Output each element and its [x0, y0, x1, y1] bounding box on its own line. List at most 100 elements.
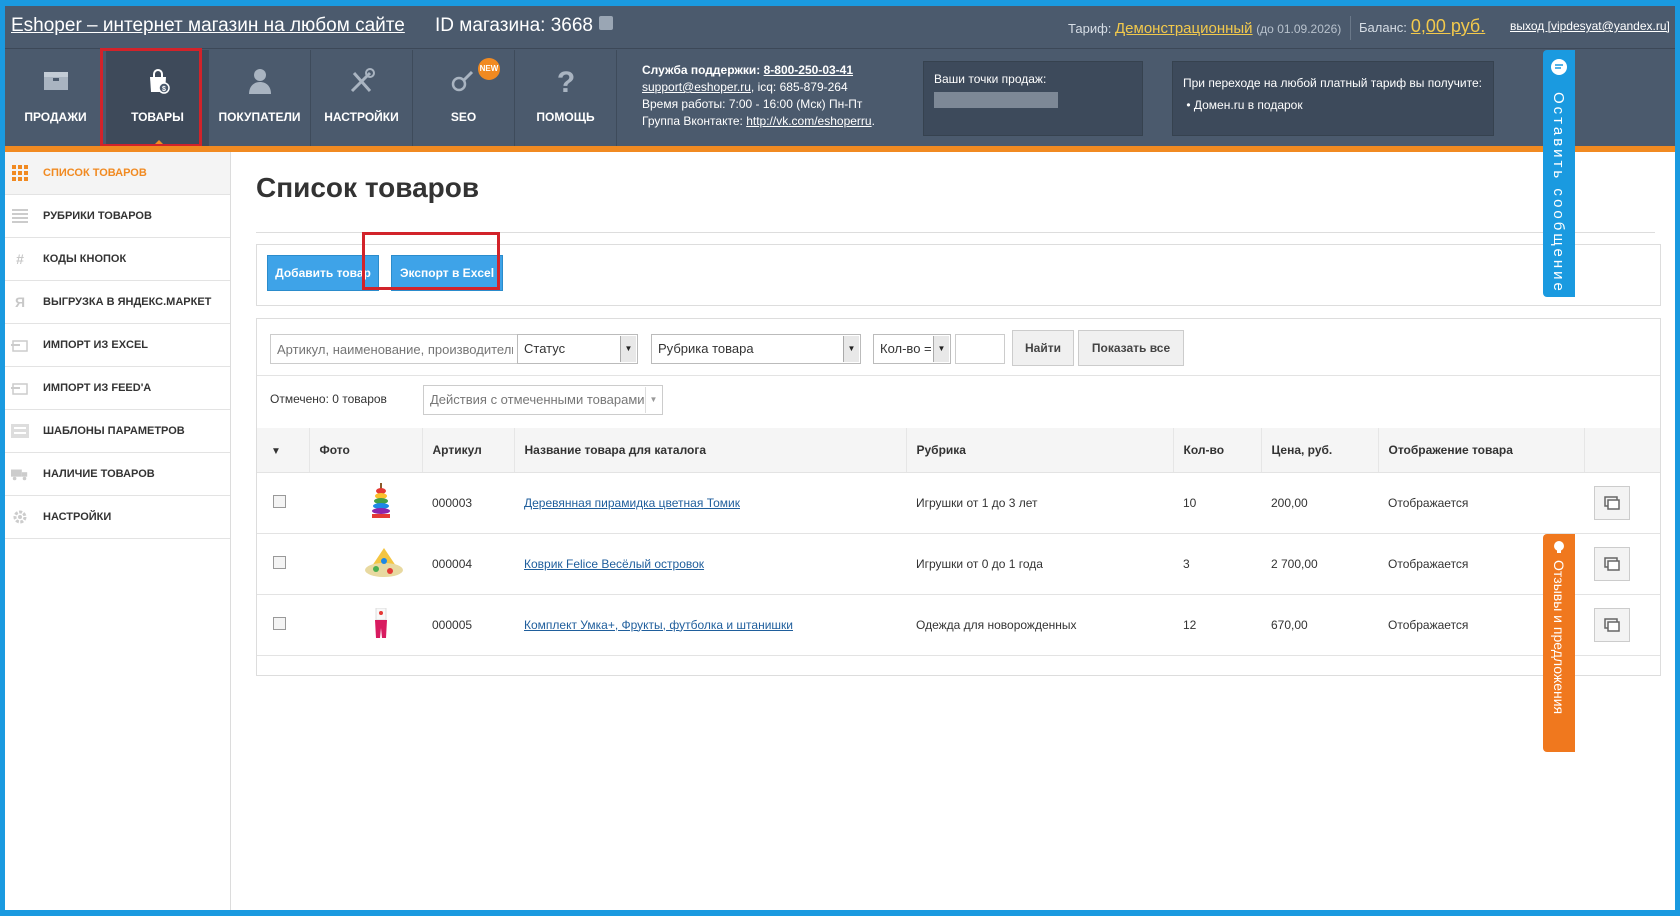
product-name-link[interactable]: Деревянная пирамидка цветная Томик — [524, 496, 740, 510]
sidebar-item-label: ВЫГРУЗКА В ЯНДЕКС.МАРКЕТ — [43, 296, 212, 308]
nav-sales-label: ПРОДАЖИ — [24, 110, 87, 124]
nav-customers[interactable]: ПОКУПАТЕЛИ — [209, 50, 311, 146]
nav-settings[interactable]: НАСТРОЙКИ — [311, 50, 413, 146]
support-icq: , icq: 685-879-264 — [750, 80, 848, 94]
product-photo[interactable] — [309, 594, 422, 656]
product-qty: 3 — [1173, 533, 1261, 595]
products-table: ▼ Фото Артикул Название товара для катал… — [257, 428, 1660, 656]
support-phone[interactable]: 8-800-250-03-41 — [764, 63, 853, 77]
balance-value[interactable]: 0,00 руб. — [1411, 16, 1485, 36]
chevron-down-icon: ▼ — [843, 336, 859, 362]
support-title: Служба поддержки: — [642, 63, 761, 77]
sidebar-item-yandex-market[interactable]: Я ВЫГРУЗКА В ЯНДЕКС.МАРКЕТ — [5, 281, 230, 324]
nav-seo[interactable]: NEW SEO — [413, 50, 515, 146]
bulb-icon — [1554, 541, 1564, 553]
site-title-link[interactable]: Eshoper – интернет магазин на любом сайт… — [11, 15, 405, 37]
chevron-down-icon: ▼ — [933, 336, 949, 362]
show-all-button[interactable]: Показать все — [1078, 330, 1184, 366]
sidebar-item-label: ШАБЛОНЫ ПАРАМЕТРОВ — [43, 425, 185, 437]
shop-id-text: ID магазина: 3668 — [435, 15, 593, 36]
sidebar-item-import-excel[interactable]: ИМПОРТ ИЗ EXCEL — [5, 324, 230, 367]
edit-icon — [1604, 495, 1620, 510]
divider — [1350, 16, 1351, 40]
col-category: Рубрика — [906, 428, 1174, 473]
bulk-actions-select[interactable]: Действия с отмеченными товарами ▼ — [423, 385, 663, 415]
support-email-link[interactable]: support@eshoper.ru — [642, 80, 751, 94]
sidebar-item-categories[interactable]: РУБРИКИ ТОВАРОВ — [5, 195, 230, 238]
nav-help[interactable]: ? ПОМОЩЬ — [515, 50, 617, 146]
row-checkbox[interactable] — [273, 555, 286, 569]
find-button[interactable]: Найти — [1012, 330, 1074, 366]
sidebar-item-settings[interactable]: НАСТРОЙКИ — [5, 496, 230, 539]
sidebar-item-product-list[interactable]: СПИСОК ТОВАРОВ — [5, 152, 230, 195]
yandex-icon: Я — [14, 294, 26, 310]
product-photo[interactable] — [309, 472, 422, 534]
nav-sales[interactable]: ПРОДАЖИ — [5, 50, 107, 146]
chat-icon — [1551, 59, 1567, 75]
feedback-tab-label: Оставить сообщение — [1550, 92, 1567, 294]
user-icon — [244, 66, 276, 96]
page-title: Список товаров — [256, 172, 480, 203]
category-select[interactable]: Рубрика товара ▼ — [651, 334, 861, 364]
caret-down-icon: ▼ — [271, 445, 281, 457]
top-bar: Eshoper – интернет магазин на любом сайт… — [5, 6, 1675, 49]
feedback-tab[interactable]: Оставить сообщение — [1543, 50, 1575, 297]
app-header: Eshoper – интернет магазин на любом сайт… — [5, 6, 1675, 152]
tariff-link[interactable]: Демонстрационный — [1115, 20, 1253, 37]
qty-operator-select[interactable]: Кол-во = ▼ — [873, 334, 951, 364]
edit-button[interactable] — [1594, 607, 1630, 642]
product-name-link[interactable]: Коврик Felice Весёлый островок — [524, 557, 704, 571]
promo-item: Домен.ru в подарок — [1193, 98, 1303, 112]
product-price: 2 700,00 — [1261, 533, 1378, 595]
sidebar-item-import-feed[interactable]: ИМПОРТ ИЗ FEED'А — [5, 367, 230, 410]
promo-box: При переходе на любой платный тариф вы п… — [1172, 61, 1494, 136]
edit-button[interactable] — [1594, 485, 1630, 520]
reviews-tab[interactable]: Отзывы и предложения — [1543, 534, 1575, 752]
col-name: Название товара для каталога — [514, 428, 907, 473]
balance-info: Баланс: 0,00 руб. — [1359, 16, 1485, 37]
nav-help-label: ПОМОЩЬ — [536, 110, 595, 124]
support-block: Служба поддержки: 8-800-250-03-41 suppor… — [642, 62, 875, 130]
tariff-until: (до 01.09.2026) — [1256, 22, 1342, 36]
product-name-link[interactable]: Комплект Умка+, Фрукты, футболка и штани… — [524, 618, 793, 632]
table-header-row: ▼ Фото Артикул Название товара для катал… — [257, 428, 1660, 473]
product-photo[interactable] — [309, 533, 422, 595]
bulk-actions-value: Действия с отмеченными товарами — [430, 392, 645, 407]
sidebar-item-param-templates[interactable]: ШАБЛОНЫ ПАРАМЕТРОВ — [5, 410, 230, 453]
sales-points-title: Ваши точки продаж: — [934, 72, 1047, 86]
sidebar-item-stock[interactable]: НАЛИЧИЕ ТОВАРОВ — [5, 453, 230, 496]
highlight-export-button — [362, 232, 500, 290]
product-category: Одежда для новорожденных — [906, 594, 1173, 656]
product-sku: 000003 — [422, 472, 514, 534]
import-icon — [11, 336, 29, 354]
edit-button[interactable] — [1594, 546, 1630, 581]
search-input[interactable] — [270, 334, 520, 364]
select-all-toggle[interactable]: ▼ — [257, 428, 310, 473]
logout-link[interactable]: выход [vipdesyat@yandex.ru] — [1510, 19, 1670, 33]
product-price: 200,00 — [1261, 472, 1378, 534]
help-icon[interactable] — [598, 16, 613, 30]
product-price: 670,00 — [1261, 594, 1378, 656]
product-sku: 000005 — [422, 594, 514, 656]
support-vk-label: Группа Вконтакте: — [642, 114, 743, 128]
support-vk-link[interactable]: http://vk.com/eshoperru — [746, 114, 871, 128]
support-hours: Время работы: 7:00 - 16:00 (Мск) Пн-Пт — [642, 97, 863, 111]
tools-icon — [346, 66, 378, 96]
reviews-tab-label: Отзывы и предложения — [1551, 560, 1567, 715]
status-select[interactable]: Статус ▼ — [517, 334, 638, 364]
support-vk-dot: . — [871, 114, 875, 128]
row-checkbox[interactable] — [273, 494, 286, 508]
grid-icon — [11, 164, 29, 182]
promo-title: При переходе на любой платный тариф вы п… — [1183, 76, 1482, 90]
sales-points-bar[interactable] — [934, 92, 1058, 108]
product-qty: 10 — [1173, 472, 1261, 534]
nav-settings-label: НАСТРОЙКИ — [324, 110, 399, 124]
product-category: Игрушки от 1 до 3 лет — [906, 472, 1173, 534]
sidebar-item-button-codes[interactable]: # КОДЫ КНОПОК — [5, 238, 230, 281]
qty-input[interactable] — [955, 334, 1005, 364]
product-sku: 000004 — [422, 533, 514, 595]
row-checkbox[interactable] — [273, 616, 286, 630]
col-price: Цена, руб. — [1261, 428, 1379, 473]
feed-icon — [11, 379, 29, 397]
truck-icon — [11, 465, 29, 483]
